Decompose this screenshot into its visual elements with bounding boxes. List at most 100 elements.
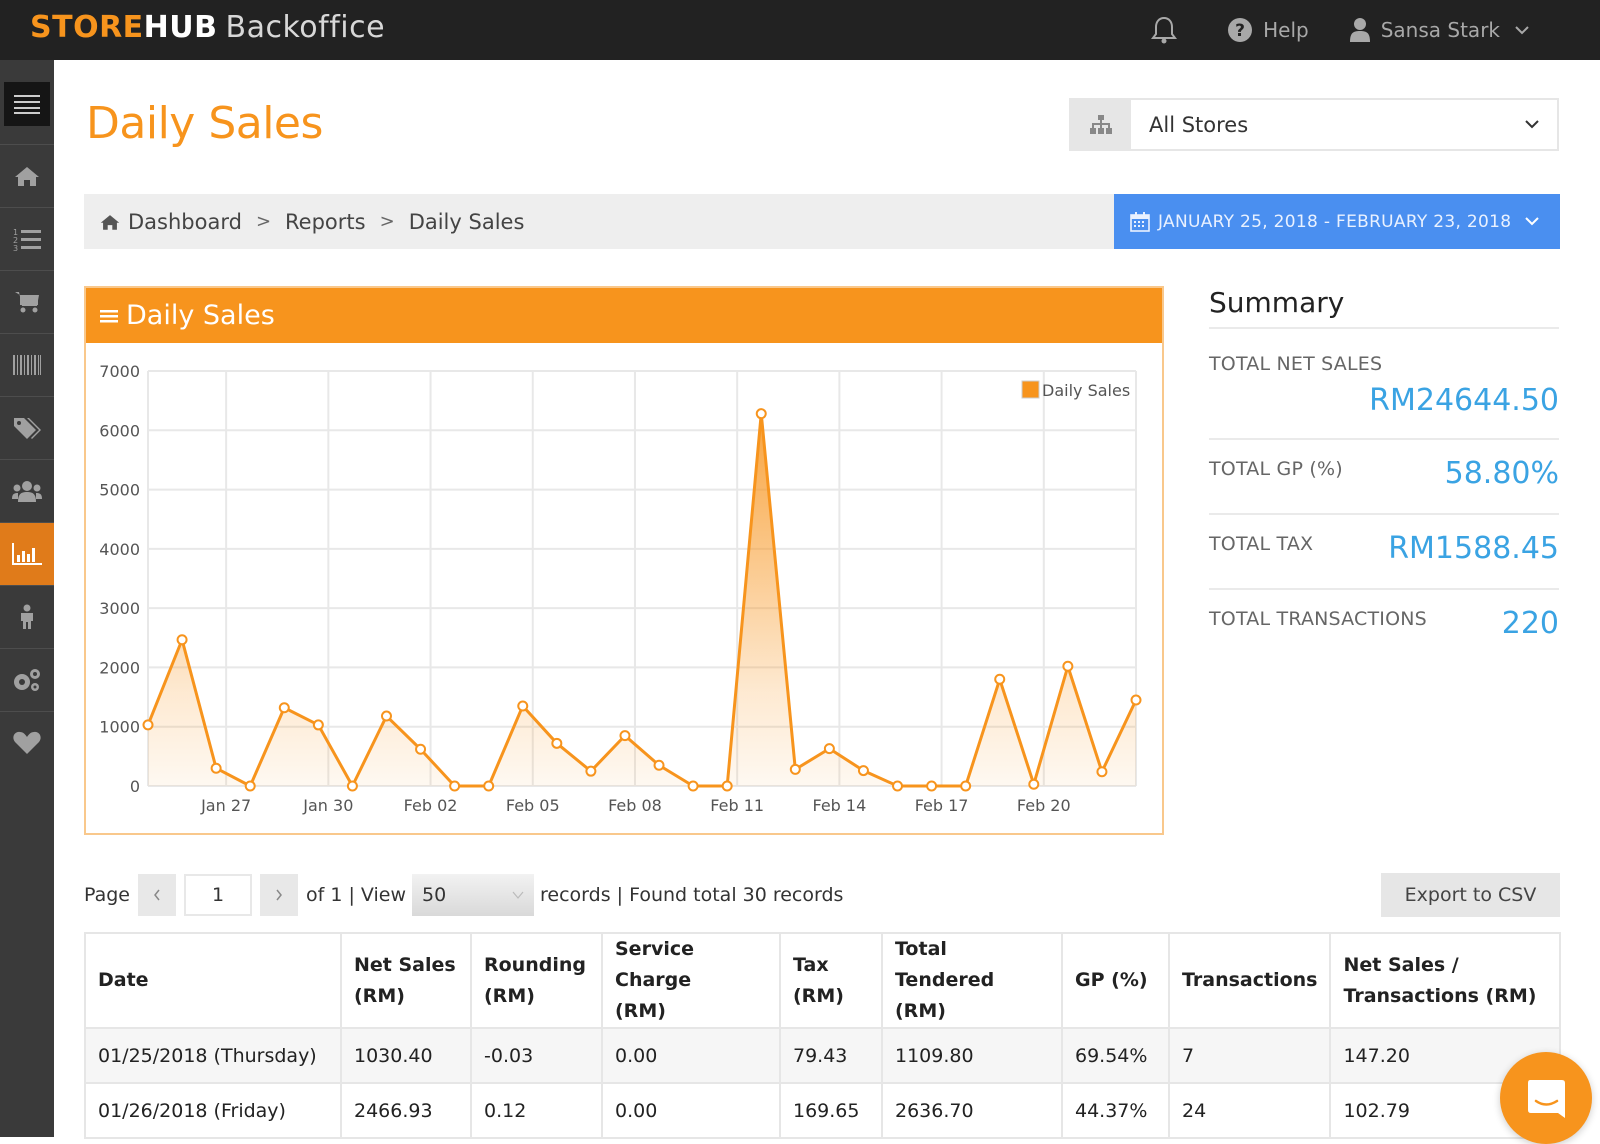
data-point: [892, 780, 904, 792]
brand-store: STORE: [30, 10, 144, 45]
export-csv-button[interactable]: Export to CSV: [1381, 873, 1560, 917]
column-header[interactable]: GP (%): [1061, 932, 1170, 1029]
page-number-input[interactable]: [184, 874, 252, 916]
sidebar-item-employees[interactable]: [0, 585, 54, 648]
column-header[interactable]: Net Sales / Transactions (RM): [1329, 932, 1561, 1029]
data-point: [415, 743, 427, 755]
sidebar-toggle-button[interactable]: [4, 82, 50, 126]
cart-icon: [15, 292, 39, 313]
help-button[interactable]: ? Help: [1227, 17, 1309, 43]
chart-panel-header: Daily Sales: [86, 288, 1162, 343]
chevron-down-icon: [1515, 26, 1529, 35]
column-header[interactable]: Tax (RM): [779, 932, 883, 1029]
summary-value: 220: [1501, 606, 1559, 641]
sidebar-item-home[interactable]: [0, 144, 54, 207]
table-cell: 01/26/2018 (Friday): [84, 1082, 342, 1139]
column-header-text: Transactions (RM): [1343, 984, 1537, 1007]
column-header-text: Rounding: [484, 953, 586, 976]
calendar-icon: [1130, 211, 1150, 232]
table-cell: 2466.93: [340, 1082, 472, 1139]
chevron-down-icon: [1525, 217, 1540, 226]
date-range-picker[interactable]: JANUARY 25, 2018 - FEBRUARY 23, 2018: [1114, 194, 1560, 249]
data-point: [244, 780, 256, 792]
data-point: [687, 780, 699, 792]
chat-launcher-button[interactable]: [1500, 1052, 1592, 1144]
store-select-value: All Stores: [1149, 112, 1249, 137]
x-tick-label: Feb 17: [915, 796, 969, 815]
data-point: [857, 765, 869, 777]
table-cell: 0.00: [601, 1027, 781, 1084]
chevron-right-icon: [276, 889, 282, 901]
svg-text:3: 3: [13, 244, 18, 251]
column-header-text: (RM): [484, 984, 535, 1007]
legend-swatch: [1021, 380, 1040, 399]
x-tick-label: Feb 11: [710, 796, 764, 815]
x-tick-label: Feb 05: [506, 796, 560, 815]
summary-title: Summary: [1209, 286, 1559, 329]
user-menu[interactable]: Sansa Stark: [1349, 17, 1540, 43]
breadcrumb-dashboard[interactable]: Dashboard: [128, 210, 242, 234]
data-point: [1096, 766, 1108, 778]
summary-panel: Summary TOTAL NET SALES RM24644.50 TOTAL…: [1209, 286, 1559, 665]
column-header[interactable]: Total Tendered (RM): [881, 932, 1063, 1029]
sidebar-item-promotions[interactable]: [0, 396, 54, 459]
prev-page-button[interactable]: [138, 874, 176, 916]
data-point: [585, 765, 597, 777]
table-cell: 44.37%: [1061, 1082, 1170, 1139]
sidebar-item-products[interactable]: [0, 333, 54, 396]
summary-label: TOTAL GP (%): [1209, 458, 1343, 480]
y-tick-label: 5000: [99, 481, 140, 500]
data-point: [653, 759, 665, 771]
records-per-page-select[interactable]: 50: [412, 874, 535, 916]
table-cell: 1109.80: [881, 1027, 1063, 1084]
data-point: [278, 702, 290, 714]
data-point: [619, 730, 631, 742]
table-cell: 169.65: [779, 1082, 883, 1139]
pagination-bar: Page of 1 | View 50 records | Found tota…: [84, 872, 843, 918]
breadcrumb-reports[interactable]: Reports: [285, 210, 366, 234]
sidebar-item-settings[interactable]: [0, 648, 54, 711]
data-point: [721, 780, 733, 792]
tags-icon: [14, 418, 41, 439]
store-icon-box: [1071, 100, 1131, 149]
x-tick-label: Feb 08: [608, 796, 662, 815]
sidebar-item-favorites[interactable]: [0, 711, 54, 774]
x-tick-label: Jan 27: [200, 796, 251, 815]
store-select[interactable]: All Stores: [1069, 98, 1559, 151]
column-header[interactable]: Transactions: [1167, 932, 1332, 1029]
table-header-row: Date Net Sales (RM) Rounding (RM) Service Cha…: [84, 932, 1561, 1029]
y-tick-label: 6000: [99, 421, 140, 440]
notifications-button[interactable]: [1151, 16, 1187, 44]
breadcrumb-separator: >: [255, 211, 272, 232]
column-header-text: Transactions: [1182, 969, 1318, 991]
sidebar-item-reports[interactable]: [0, 522, 54, 585]
numbered-list-icon: 123: [13, 228, 41, 251]
column-header[interactable]: Service Charge (RM): [601, 932, 781, 1029]
app-logo[interactable]: STOREHUB Backoffice: [30, 10, 385, 45]
data-point: [1062, 660, 1074, 672]
column-header-text: GP (%): [1075, 969, 1148, 991]
x-tick-label: Feb 02: [404, 796, 458, 815]
heart-icon: [13, 731, 41, 754]
next-page-button[interactable]: [260, 874, 298, 916]
column-header[interactable]: Rounding (RM): [470, 932, 603, 1029]
data-point: [755, 408, 767, 420]
main-content: Daily Sales All Stores Dashboard > Repor…: [54, 60, 1600, 1144]
summary-row-gp: TOTAL GP (%) 58.80%: [1209, 440, 1559, 515]
chart-panel-title: Daily Sales: [126, 300, 275, 331]
table-cell: 1030.40: [340, 1027, 472, 1084]
x-tick-label: Feb 14: [812, 796, 866, 815]
brand-hub: HUB: [143, 10, 218, 45]
page-of-text: of 1 | View: [306, 884, 407, 906]
table-cell: 69.54%: [1061, 1027, 1170, 1084]
sidebar-item-customers[interactable]: [0, 459, 54, 522]
chat-icon: [1528, 1080, 1565, 1118]
column-header[interactable]: Net Sales (RM): [340, 932, 472, 1029]
sidebar-item-orders[interactable]: 123: [0, 207, 54, 270]
table-cell: 0.12: [470, 1082, 603, 1139]
y-tick-label: 3000: [99, 599, 140, 618]
data-point: [176, 634, 188, 646]
user-name: Sansa Stark: [1380, 18, 1500, 42]
sidebar-item-sales[interactable]: [0, 270, 54, 333]
column-header[interactable]: Date: [84, 932, 342, 1029]
